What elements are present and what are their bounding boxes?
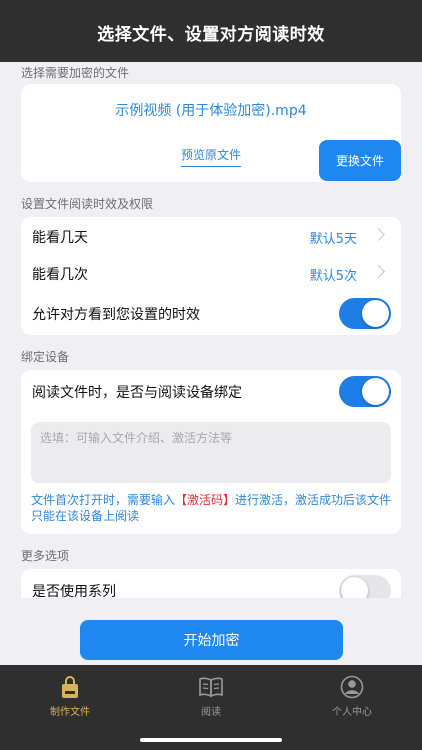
section-label-timing: 设置文件阅读时效及权限 — [21, 197, 154, 211]
profile-icon — [339, 674, 365, 700]
section-label-file: 选择需要加密的文件 — [21, 66, 130, 80]
file-name[interactable]: 示例视频 (用于体验加密).mp4 — [21, 100, 401, 120]
bind-device-row: 阅读文件时，是否与阅读设备绑定 — [21, 372, 401, 412]
series-row: 是否使用系列 — [21, 571, 401, 598]
tab-make-file[interactable]: 制作文件 — [0, 665, 140, 725]
days-value: 默认5天 — [309, 231, 357, 247]
times-label: 能看几次 — [32, 267, 88, 283]
more-card: 是否使用系列 — [21, 569, 401, 598]
section-label-more: 更多选项 — [21, 549, 70, 563]
timing-card: 能看几天 默认5天 能看几次 默认5次 允许对方看到您设置的时效 — [21, 217, 401, 335]
activation-note: 文件首次打开时，需要输入【激活码】进行激活，激活成功后该文件只能在该设备上阅读 — [31, 492, 393, 524]
activation-note-text: 文件首次打开时，需要输入 — [31, 493, 176, 507]
change-file-button[interactable]: 更换文件 — [319, 140, 401, 181]
show-limits-label: 允许对方看到您设置的时效 — [32, 307, 200, 323]
device-card: 阅读文件时，是否与阅读设备绑定 选填：可输入文件介绍、激活方法等 文件首次打开时… — [21, 370, 401, 534]
chevron-right-icon — [372, 228, 385, 241]
show-limits-row: 允许对方看到您设置的时效 — [21, 294, 401, 334]
times-row[interactable]: 能看几次 默认5次 — [21, 254, 401, 294]
preview-original-link[interactable]: 预览原文件 — [181, 146, 242, 167]
days-label: 能看几天 — [32, 230, 88, 246]
tab-label: 制作文件 — [50, 707, 90, 718]
tab-read[interactable]: 阅读 — [141, 665, 281, 725]
bind-device-label: 阅读文件时，是否与阅读设备绑定 — [32, 385, 242, 401]
show-limits-toggle[interactable] — [339, 298, 391, 329]
book-icon — [198, 674, 224, 700]
days-row[interactable]: 能看几天 默认5天 — [21, 217, 401, 257]
toggle-knob — [341, 577, 368, 598]
home-indicator — [140, 738, 282, 742]
file-card: 示例视频 (用于体验加密).mp4 预览原文件 更换文件 — [21, 84, 401, 182]
nav-header: 选择文件、设置对方阅读时效 — [0, 0, 422, 62]
page-title: 选择文件、设置对方阅读时效 — [97, 24, 325, 45]
series-toggle[interactable] — [339, 575, 391, 598]
description-input[interactable]: 选填：可输入文件介绍、激活方法等 — [31, 422, 391, 483]
tab-label: 个人中心 — [332, 707, 372, 718]
settings-scroll-area[interactable]: 选择需要加密的文件 示例视频 (用于体验加密).mp4 预览原文件 更换文件 设… — [0, 62, 422, 598]
activation-code-highlight: 【激活码】 — [175, 493, 236, 507]
toggle-knob — [362, 378, 389, 405]
section-label-device: 绑定设备 — [21, 350, 70, 364]
tab-label: 阅读 — [201, 707, 221, 718]
start-encrypt-button[interactable]: 开始加密 — [80, 620, 343, 660]
toggle-knob — [362, 300, 389, 327]
times-value: 默认5次 — [309, 268, 357, 284]
tab-profile[interactable]: 个人中心 — [282, 665, 422, 725]
lock-file-icon — [57, 674, 83, 700]
bind-device-toggle[interactable] — [339, 376, 391, 407]
series-label: 是否使用系列 — [32, 584, 116, 598]
chevron-right-icon — [372, 265, 385, 278]
